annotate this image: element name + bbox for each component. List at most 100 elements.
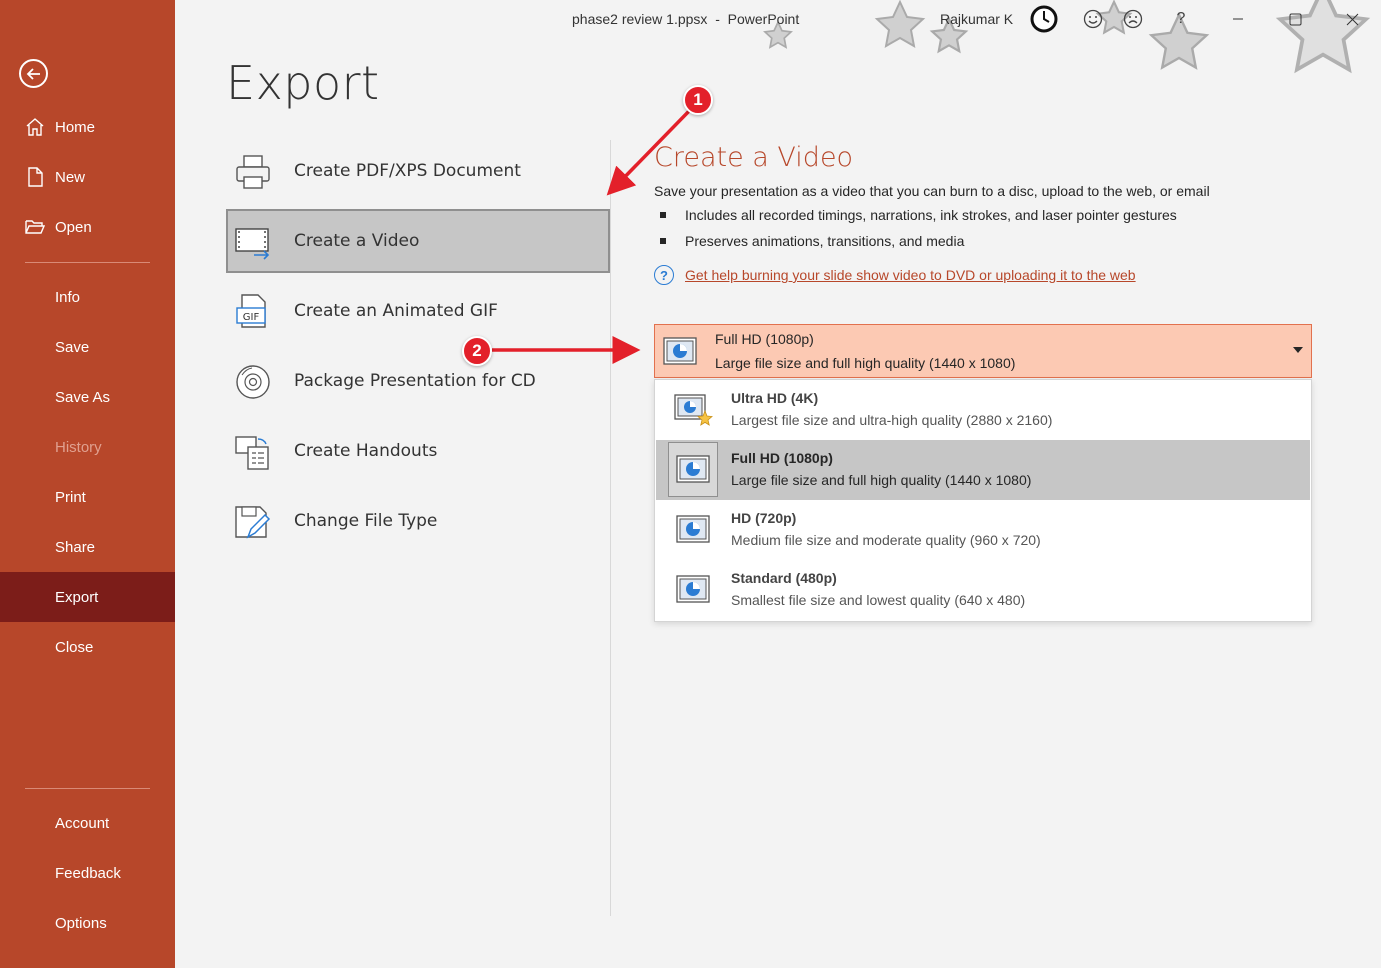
sidebar-divider xyxy=(25,262,150,263)
annotation-badge-1: 1 xyxy=(683,85,713,115)
sidebar-item-save-as[interactable]: Save As xyxy=(0,372,175,422)
sidebar-item-label: Export xyxy=(55,588,99,606)
export-option-label: Package Presentation for CD xyxy=(294,371,536,391)
quality-option-hd[interactable]: HD (720p) Medium file size and moderate … xyxy=(656,500,1310,560)
quality-option-title: Full HD (1080p) xyxy=(731,450,833,466)
bullet-square-icon xyxy=(660,212,666,218)
sidebar-divider xyxy=(25,788,150,789)
title-bar: phase2 review 1.ppsx - PowerPoint Rajkum… xyxy=(175,0,1381,74)
ultra-hd-star-icon xyxy=(674,394,713,426)
chevron-down-icon[interactable] xyxy=(1293,347,1303,353)
sidebar-item-label: Open xyxy=(55,218,92,236)
help-link[interactable]: Get help burning your slide show video t… xyxy=(685,267,1136,283)
sidebar-item-close[interactable]: Close xyxy=(0,622,175,672)
bullet-text: Preserves animations, transitions, and m… xyxy=(685,233,965,249)
bullet-square-icon xyxy=(660,238,666,244)
sidebar-item-account[interactable]: Account xyxy=(0,798,175,848)
sidebar-item-label: History xyxy=(55,438,102,456)
back-arrow-icon xyxy=(26,67,40,80)
quality-option-desc: Smallest file size and lowest quality (6… xyxy=(731,592,1026,608)
sidebar-item-save[interactable]: Save xyxy=(0,322,175,372)
quality-icon-container xyxy=(668,392,718,428)
gif-icon-text: GIF xyxy=(243,312,260,323)
export-option-label: Create PDF/XPS Document xyxy=(294,161,521,181)
sidebar-item-label: Share xyxy=(55,538,96,556)
window-title: phase2 review 1.ppsx - PowerPoint xyxy=(572,11,800,27)
smile-icon[interactable] xyxy=(1082,8,1104,30)
sidebar-item-new[interactable]: New xyxy=(0,152,175,202)
sidebar-item-label: Save xyxy=(55,338,90,356)
pane-separator xyxy=(610,140,611,916)
change-file-type-icon xyxy=(235,506,271,539)
sidebar-item-label: Account xyxy=(55,814,110,832)
quality-option-desc: Largest file size and ultra-high quality… xyxy=(731,412,1053,428)
sidebar-item-label: Options xyxy=(55,914,107,932)
home-icon xyxy=(26,118,44,136)
quality-option-standard[interactable]: Standard (480p) Smallest file size and l… xyxy=(656,560,1310,620)
presentation-quality-icon xyxy=(663,337,697,365)
cd-icon xyxy=(236,365,270,399)
export-option-change-file-type[interactable]: Change File Type xyxy=(226,489,610,553)
video-quality-dropdown[interactable]: Full HD (1080p) Large file size and full… xyxy=(654,324,1312,378)
annotation-badge-2: 2 xyxy=(462,336,492,366)
export-option-gif[interactable]: GIF Create an Animated GIF xyxy=(226,279,610,343)
sidebar-item-open[interactable]: Open xyxy=(0,202,175,252)
dropdown-selected-title: Full HD (1080p) xyxy=(715,331,814,347)
frown-icon[interactable] xyxy=(1122,8,1144,30)
export-option-label: Create Handouts xyxy=(294,441,438,461)
bullet-text: Includes all recorded timings, narration… xyxy=(685,207,1177,223)
export-option-video[interactable]: Create a Video xyxy=(226,209,610,273)
back-button[interactable] xyxy=(19,59,48,88)
export-option-package-cd[interactable]: Package Presentation for CD xyxy=(226,349,610,413)
sidebar-item-label: Home xyxy=(55,118,96,136)
close-icon[interactable] xyxy=(1341,8,1363,30)
quality-icon-container xyxy=(668,572,718,608)
sidebar-item-export[interactable]: Export xyxy=(0,572,175,622)
sidebar-item-label: Save As xyxy=(55,388,111,406)
quality-icon-container xyxy=(668,512,718,548)
video-quality-list: Ultra HD (4K) Largest file size and ultr… xyxy=(654,379,1312,622)
maximize-icon[interactable] xyxy=(1284,8,1306,30)
export-option-label: Create a Video xyxy=(294,231,420,251)
quality-option-desc: Large file size and full high quality (1… xyxy=(731,472,1032,488)
sidebar-item-label: Feedback xyxy=(55,864,121,882)
printer-pdf-icon xyxy=(236,155,270,189)
sidebar-item-label: Print xyxy=(55,488,86,506)
user-name[interactable]: Rajkumar K xyxy=(940,11,1013,27)
sidebar-item-label: New xyxy=(55,168,86,186)
gif-icon: GIF xyxy=(236,294,266,328)
quality-option-title: Ultra HD (4K) xyxy=(731,390,819,406)
quality-option-desc: Medium file size and moderate quality (9… xyxy=(731,532,1041,548)
sidebar-item-label: Info xyxy=(55,288,81,306)
pane-description: Save your presentation as a video that y… xyxy=(654,183,1210,199)
hd-icon xyxy=(676,515,710,543)
quality-option-title: Standard (480p) xyxy=(731,570,837,586)
backstage-sidebar: Home New Open Info Save Save As History … xyxy=(0,0,175,968)
folder-open-icon xyxy=(25,220,45,234)
export-option-label: Change File Type xyxy=(294,511,438,531)
export-option-pdf-xps[interactable]: Create PDF/XPS Document xyxy=(226,139,610,203)
page-title: Export xyxy=(226,56,380,110)
sidebar-item-print[interactable]: Print xyxy=(0,472,175,522)
avatar[interactable] xyxy=(1030,5,1058,33)
quality-option-full-hd[interactable]: Full HD (1080p) Large file size and full… xyxy=(656,440,1310,500)
help-button[interactable]: ? xyxy=(1170,8,1192,30)
handouts-icon xyxy=(235,436,269,470)
quality-icon-container xyxy=(668,442,718,497)
dropdown-selected-subtitle: Large file size and full high quality (1… xyxy=(715,355,1016,371)
minimize-icon[interactable] xyxy=(1227,8,1249,30)
sidebar-item-options[interactable]: Options xyxy=(0,898,175,948)
new-document-icon xyxy=(28,167,43,187)
decorative-star-icon xyxy=(874,0,926,48)
quality-option-ultra-hd[interactable]: Ultra HD (4K) Largest file size and ultr… xyxy=(656,380,1310,440)
sidebar-item-home[interactable]: Home xyxy=(0,102,175,152)
sidebar-item-feedback[interactable]: Feedback xyxy=(0,848,175,898)
pane-title: Create a Video xyxy=(654,142,854,173)
standard-icon xyxy=(676,575,710,603)
export-option-handouts[interactable]: Create Handouts xyxy=(226,419,610,483)
help-circle-icon: ? xyxy=(654,265,674,285)
full-hd-icon xyxy=(676,454,710,483)
sidebar-item-info[interactable]: Info xyxy=(0,272,175,322)
video-export-icon xyxy=(235,228,270,260)
sidebar-item-share[interactable]: Share xyxy=(0,522,175,572)
